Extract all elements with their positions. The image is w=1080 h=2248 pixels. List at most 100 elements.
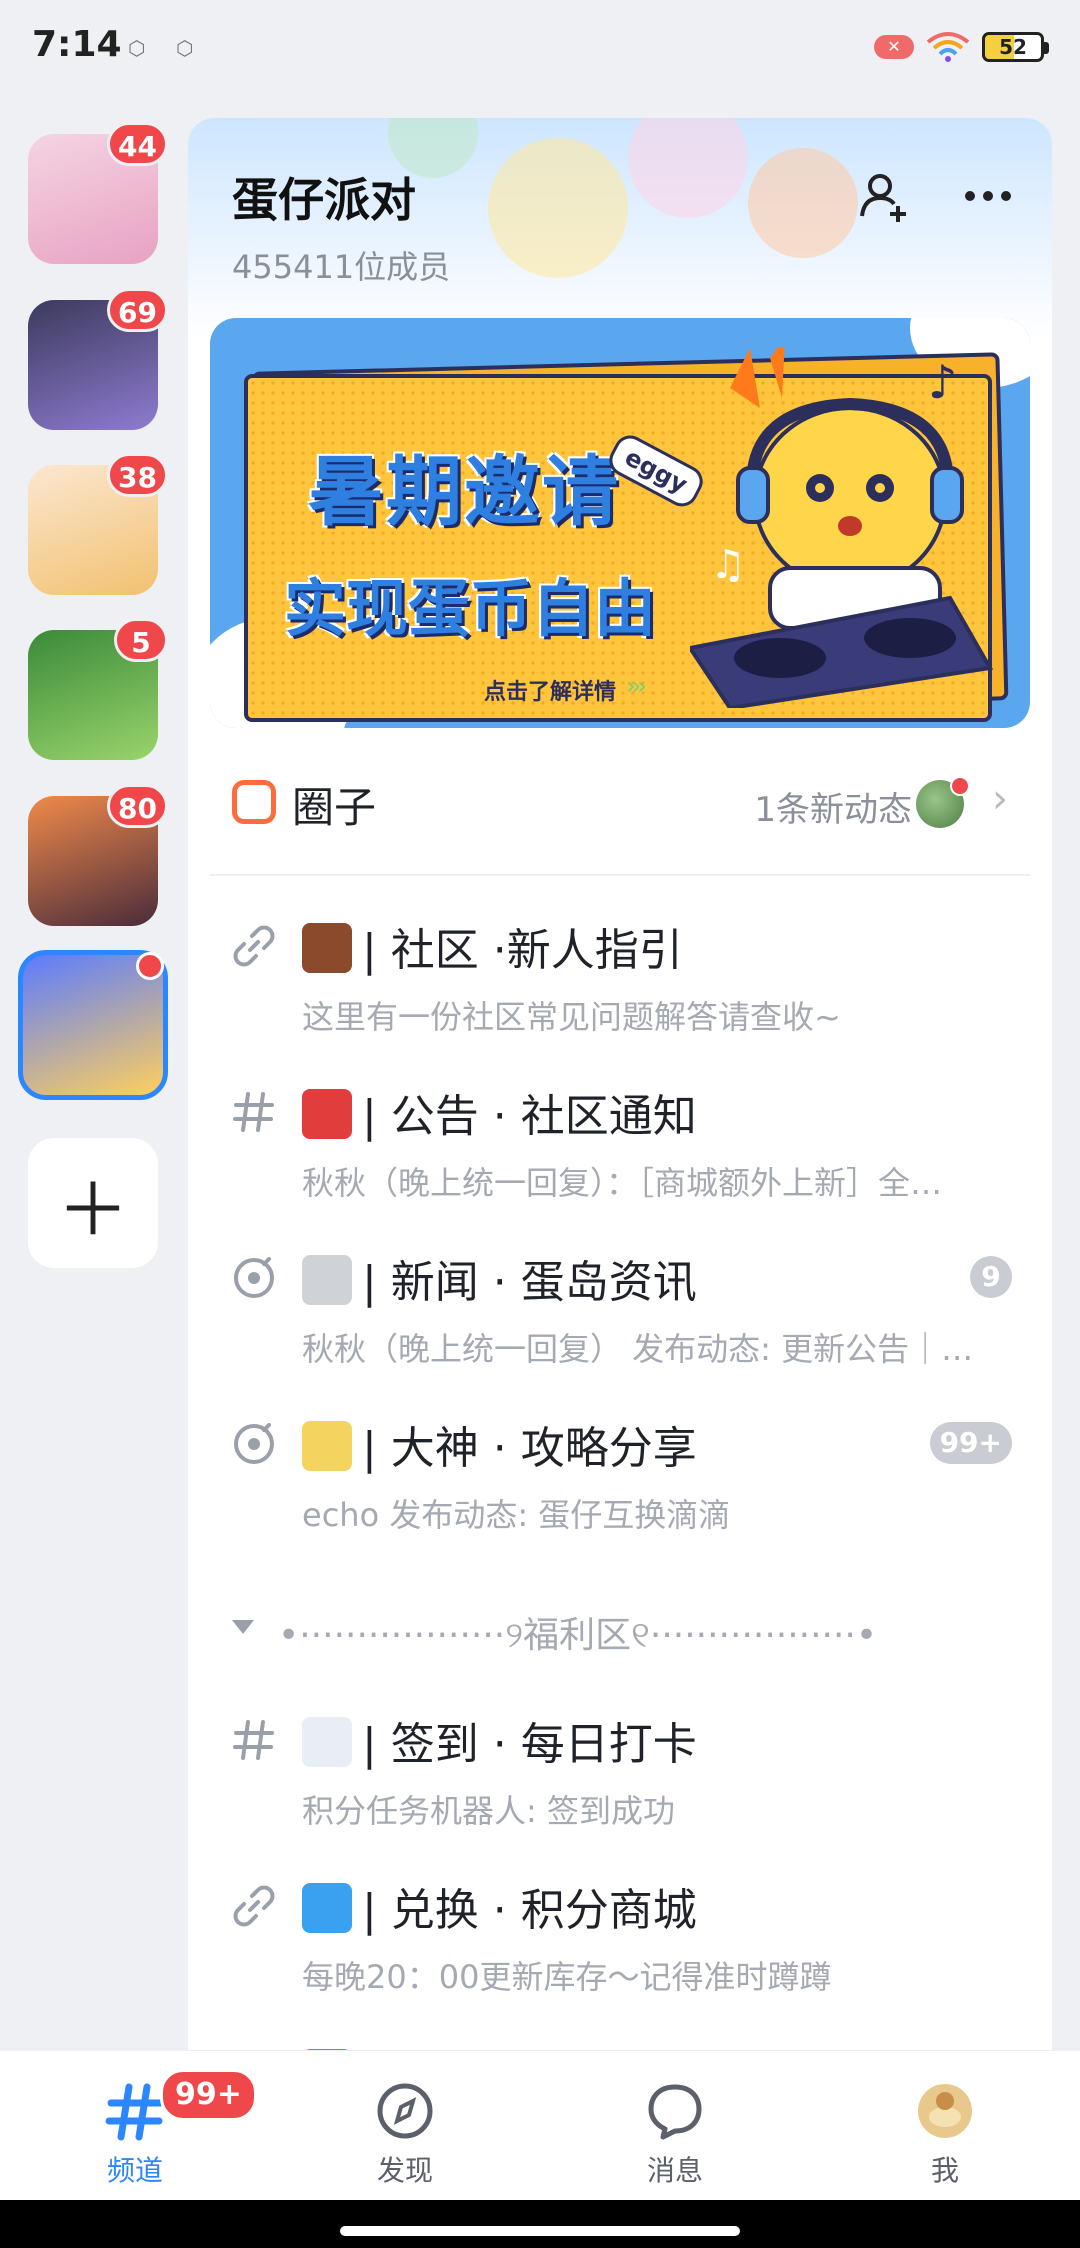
channel-row[interactable]: | 社区 ·新人指引这里有一份社区常见问题解答请查收~ — [188, 896, 1052, 1056]
hash-icon — [233, 1092, 274, 1132]
channel-type-icon — [230, 922, 278, 970]
battery-indicator: 52 — [982, 32, 1049, 62]
channel-name-text: | 新闻 · 蛋岛资讯 — [362, 1257, 697, 1308]
unread-count-badge: 5 — [114, 618, 168, 662]
channel-preview: 秋秋（晚上统一回复） 发布动态: 更新公告｜… — [302, 1330, 974, 1368]
guild-avatar-4[interactable]: 5 — [28, 618, 168, 760]
channel-name: | 公告 · 社区通知 — [302, 1080, 697, 1144]
unread-count-badge: 80 — [107, 784, 168, 828]
channel-name: | 签到 · 每日打卡 — [302, 1708, 697, 1772]
banner-cta: 点击了解详情 — [484, 680, 617, 705]
svg-text:♫: ♫ — [710, 542, 746, 588]
add-guild-button[interactable]: ＋ — [28, 1138, 158, 1268]
more-options-icon[interactable] — [958, 166, 1018, 226]
channel-row[interactable]: | 公告 · 社区通知秋秋（晚上统一回复）：［商城额外上新］全… — [188, 1062, 1052, 1222]
category-welfare[interactable]: •··················୨福利区୧················… — [188, 1598, 1052, 1668]
tab-me[interactable]: 我 — [810, 2051, 1080, 2201]
guild-avatar-5[interactable]: 80 — [28, 784, 168, 926]
app-notification-icon: ⬡ — [176, 36, 194, 60]
channel-type-icon — [230, 1716, 278, 1764]
channel-name: | 兑换 · 积分商城 — [302, 1874, 697, 1938]
circle-label: 圈子 — [292, 783, 377, 832]
link-icon — [233, 925, 275, 967]
tab-channels[interactable]: 频道 99+ — [0, 2051, 270, 2201]
guild-avatar-1[interactable]: 44 — [28, 122, 168, 264]
feed-icon — [234, 1423, 274, 1464]
banner-subline: 实现蛋币自由 — [284, 572, 657, 645]
status-time: 7:14 — [32, 24, 122, 65]
guild-avatar-3[interactable]: 38 — [28, 453, 168, 595]
unread-dot — [950, 776, 970, 796]
hash-icon — [233, 1720, 274, 1760]
status-icons: ✕ 52 — [874, 30, 1049, 64]
unread-count-badge: 9 — [970, 1256, 1012, 1298]
channel-type-icon — [230, 1088, 278, 1136]
tab-discover[interactable]: 发现 — [270, 2051, 540, 2201]
channel-name-text: | 社区 ·新人指引 — [362, 925, 683, 976]
bottom-tab-bar: 频道 99+ 发现 消息 我 — [0, 2050, 1080, 2201]
channel-name-text: | 大神 · 攻略分享 — [362, 1423, 697, 1474]
chevrons-right-icon: ››› — [626, 672, 647, 700]
avatar — [918, 2084, 972, 2138]
hotspot-icon: ✕ — [874, 35, 914, 59]
dj-mascot-illustration: ♪ ♫ — [690, 348, 994, 708]
circle-icon — [232, 780, 276, 824]
collapse-triangle-icon — [232, 1620, 254, 1634]
channel-name-text: | 签到 · 每日打卡 — [362, 1719, 697, 1770]
unread-count-badge: 69 — [107, 288, 168, 332]
tab-label: 我 — [930, 2154, 959, 2187]
unread-count-badge: 38 — [107, 453, 168, 497]
wifi-icon — [926, 32, 970, 62]
channel-name: | 社区 ·新人指引 — [302, 914, 683, 978]
channel-name: | 福利 · 幸运抽奖 — [302, 2040, 697, 2050]
member-count: 455411位成员 — [232, 248, 451, 286]
channel-name: | 新闻 · 蛋岛资讯 — [302, 1246, 697, 1310]
chat-bubble-icon — [648, 2084, 702, 2140]
channel-type-icon — [230, 1254, 278, 1302]
guild-avatar-2[interactable]: 69 — [28, 288, 168, 430]
circle-new-posts: 1条新动态 — [754, 790, 912, 830]
channel-row[interactable]: | 新闻 · 蛋岛资讯秋秋（晚上统一回复） 发布动态: 更新公告｜… 9 — [188, 1228, 1052, 1388]
unread-count-badge: 99+ — [929, 1422, 1012, 1464]
divider — [210, 874, 1030, 876]
channel-name: | 大神 · 攻略分享 — [302, 1412, 697, 1476]
guild-avatar-6[interactable] — [18, 950, 168, 1100]
channel-row[interactable]: | 大神 · 攻略分享 echo 发布动态: 蛋仔互换滴滴 99+ — [188, 1394, 1052, 1554]
channel-type-icon — [230, 1420, 278, 1468]
gift-emoji-icon — [302, 1883, 352, 1933]
newspaper-emoji-icon — [302, 1255, 352, 1305]
channel-preview: 积分任务机器人: 签到成功 — [302, 1792, 675, 1830]
tab-label: 发现 — [376, 2154, 433, 2187]
chevron-right-icon: › — [992, 776, 1008, 822]
app-notification-icon: ⬡ — [128, 36, 146, 60]
channel-preview: 这里有一份社区常见问题解答请查收~ — [302, 998, 841, 1036]
channel-preview: echo 发布动态: 蛋仔互换滴滴 — [302, 1496, 731, 1534]
guild-title: 蛋仔派对 — [232, 173, 416, 227]
channel-type-icon — [230, 1882, 278, 1930]
system-nav-bar — [0, 2200, 1080, 2248]
tab-messages[interactable]: 消息 — [540, 2051, 810, 2201]
promo-banner[interactable]: 暑期邀请 eggy 实现蛋币自由 点击了解详情 ››› ♪ ♫ — [210, 318, 1030, 728]
compass-icon — [377, 2083, 433, 2139]
channel-name-text: | 公告 · 社区通知 — [362, 1091, 697, 1142]
category-label: •··················୨福利区୧················… — [278, 1615, 878, 1656]
circle-entry[interactable]: 圈子 1条新动态 › — [210, 750, 1030, 854]
guild-panel: 蛋仔派对 455411位成员 暑期邀请 eggy 实现蛋币自由 点击了解详情 ›… — [188, 118, 1052, 2050]
add-member-icon[interactable] — [854, 166, 914, 226]
banner-headline: 暑期邀请 — [308, 447, 620, 536]
unread-count-badge: 99+ — [160, 2069, 257, 2121]
unread-dot — [136, 952, 164, 980]
tab-label: 频道 — [106, 2154, 163, 2187]
home-indicator[interactable] — [340, 2226, 740, 2236]
channel-row[interactable]: | 签到 · 每日打卡积分任务机器人: 签到成功 — [188, 1690, 1052, 1850]
svg-text:♪: ♪ — [928, 355, 957, 409]
channel-preview: 秋秋（晚上统一回复）：［商城额外上新］全… — [302, 1164, 943, 1202]
tab-label: 消息 — [646, 2154, 703, 2187]
channel-preview: 每晚20：00更新库存～记得准时蹲蹲 — [302, 1958, 832, 1996]
memo-emoji-icon — [302, 1421, 352, 1471]
channel-row[interactable]: | 兑换 · 积分商城每晚20：00更新库存～记得准时蹲蹲 — [188, 1856, 1052, 2016]
channel-name-text: | 兑换 · 积分商城 — [362, 1885, 697, 1936]
status-bar: 7:14 ⬡ ⬡ ✕ 52 — [0, 0, 1080, 100]
feed-icon — [234, 1257, 274, 1298]
channel-row[interactable]: | 福利 · 幸运抽奖2 — [188, 2022, 1052, 2050]
